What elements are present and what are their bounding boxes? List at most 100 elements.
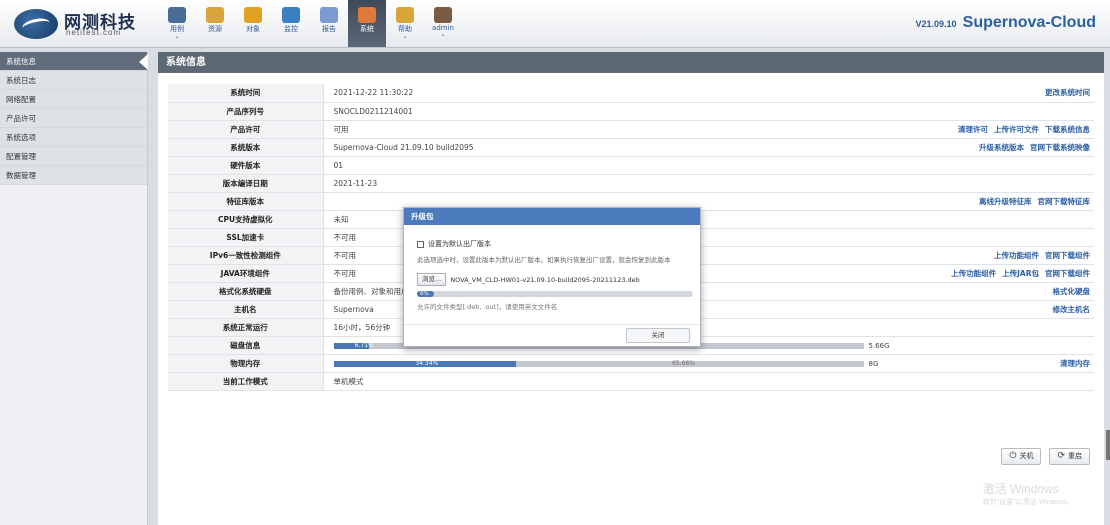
- top-bar: 网测科技 netitest.com 用例 ⌄ 资源 对象 监控 报告 系统 帮助 ⌄ admin ⌄…: [0, 0, 1110, 48]
- row-value: 单机模式: [323, 372, 934, 391]
- action-link[interactable]: 官网下载组件: [1045, 251, 1090, 260]
- row-actions: [933, 210, 1094, 229]
- row-actions: 修改主机名: [933, 300, 1094, 319]
- power-buttons: ⏻ 关机 ⟳ 重启: [1001, 448, 1090, 465]
- version-info: V21.09.10 Supernova-Cloud: [916, 14, 1096, 32]
- action-link[interactable]: 上传功能组件: [951, 269, 996, 278]
- sidebar-item-5[interactable]: 配置管理: [0, 147, 147, 166]
- sidebar-item-1[interactable]: 系统日志: [0, 71, 147, 90]
- row-actions: 上传功能组件 上传JAR包 官网下载组件: [933, 264, 1094, 283]
- nav-item-1[interactable]: 资源: [196, 0, 234, 47]
- action-link[interactable]: 格式化硬盘: [1053, 287, 1091, 296]
- logo[interactable]: 网测科技 netitest.com: [14, 8, 144, 40]
- sidebar-item-6[interactable]: 数据管理: [0, 166, 147, 185]
- action-link[interactable]: 升级系统版本: [979, 143, 1024, 152]
- nav-item-0[interactable]: 用例 ⌄: [158, 0, 196, 47]
- action-link[interactable]: 离线升级特征库: [979, 197, 1032, 206]
- action-link[interactable]: 上传许可文件: [994, 125, 1039, 134]
- nav-item-2[interactable]: 对象: [234, 0, 272, 47]
- row-key: CPU支持虚拟化: [168, 210, 324, 229]
- table-row: 版本编译日期 2021-11-23: [168, 174, 1094, 193]
- table-row: 当前工作模式 单机模式: [168, 372, 1094, 391]
- action-link[interactable]: 清理许可: [958, 125, 988, 134]
- restart-label: 重启: [1068, 452, 1082, 460]
- row-key: 产品许可: [168, 120, 324, 139]
- row-key: 系统正常运行: [168, 318, 324, 337]
- usage-total-size: 8G: [868, 359, 879, 368]
- nav-label: 报告: [322, 25, 336, 33]
- row-actions: 清理许可 上传许可文件 下载系统信息: [933, 120, 1094, 139]
- scrollbar-handle[interactable]: [1106, 430, 1110, 460]
- watermark-line2: 转到"设置"以激活 Windows。: [982, 499, 1074, 506]
- row-actions: [933, 228, 1094, 247]
- nav-item-3[interactable]: 监控: [272, 0, 310, 47]
- upgrade-dialog: 升级包 设置为默认出厂版本 此选项选中时，设置此版本为默认出厂版本。如果执行恢复…: [403, 207, 701, 347]
- sidebar-item-2[interactable]: 网络配置: [0, 90, 147, 109]
- row-actions: 格式化硬盘: [933, 282, 1094, 301]
- table-row: 产品许可 可用 清理许可 上传许可文件 下载系统信息: [168, 120, 1094, 139]
- action-link[interactable]: 官网下载系统映像: [1030, 143, 1090, 152]
- shutdown-label: 关机: [1019, 452, 1034, 460]
- action-link[interactable]: 官网下载特征库: [1038, 197, 1091, 206]
- action-link[interactable]: 上传功能组件: [994, 251, 1039, 260]
- shutdown-button[interactable]: ⏻ 关机: [1001, 448, 1042, 465]
- row-key: JAVA环境组件: [168, 264, 324, 283]
- selected-filename: NOVA_VM_CLD-HW01-v21.09.10-build2095-202…: [450, 275, 640, 284]
- logo-text-en: netitest.com: [66, 28, 122, 37]
- action-link[interactable]: 官网下载组件: [1045, 269, 1090, 278]
- chevron-down-icon: ⌄: [174, 33, 180, 40]
- row-key: SSL加速卡: [168, 228, 324, 247]
- row-key: 格式化系统硬盘: [168, 282, 324, 301]
- folder-icon: [244, 7, 262, 23]
- row-actions: 离线升级特征库 官网下载特征库: [933, 192, 1094, 211]
- sidebar-item-0[interactable]: 系统信息: [0, 52, 148, 71]
- row-actions: 清理内存: [933, 354, 1094, 373]
- nav-item-7[interactable]: admin ⌄: [424, 0, 462, 47]
- file-chooser: 浏览... NOVA_VM_CLD-HW01-v21.09.10-build20…: [417, 273, 700, 286]
- table-row: 系统时间 2021-12-22 11:30:22 更改系统时间: [168, 84, 1094, 103]
- nav-item-5[interactable]: 系统: [348, 0, 386, 47]
- row-key: 版本编译日期: [168, 174, 324, 193]
- row-value: 01: [323, 156, 934, 175]
- row-actions: 升级系统版本 官网下载系统映像: [933, 138, 1094, 157]
- close-button[interactable]: 关闭: [626, 328, 690, 343]
- table-row: 产品序列号 SNOCLD0211214001: [168, 102, 1094, 121]
- row-key: 当前工作模式: [168, 372, 324, 391]
- nav-label: 资源: [208, 25, 222, 33]
- usage-free-label: 65.66%: [672, 359, 695, 367]
- nav-item-4[interactable]: 报告: [310, 0, 348, 47]
- action-link[interactable]: 更改系统时间: [1045, 88, 1090, 97]
- browse-button[interactable]: 浏览...: [417, 273, 447, 286]
- chevron-down-icon: ⌄: [440, 31, 446, 38]
- default-version-checkbox[interactable]: [417, 240, 424, 248]
- sidebar-item-3[interactable]: 产品许可: [0, 109, 147, 128]
- row-key: 磁盘信息: [168, 336, 324, 355]
- action-link[interactable]: 修改主机名: [1053, 305, 1091, 314]
- nav-item-6[interactable]: 帮助 ⌄: [386, 0, 424, 47]
- dialog-body: 设置为默认出厂版本 此选项选中时，设置此版本为默认出厂版本。如果执行恢复出厂设置…: [404, 225, 700, 311]
- monitor-icon: [168, 7, 186, 23]
- row-value: 34.34% 65.66% 8G: [323, 354, 934, 373]
- table-row: 硬件版本 01: [168, 156, 1094, 175]
- refresh-icon: ⟳: [1057, 451, 1065, 461]
- nav-label: 对象: [246, 25, 260, 33]
- product-name: Supernova-Cloud: [962, 14, 1096, 31]
- nav-label: 监控: [284, 25, 298, 33]
- action-link[interactable]: 上传JAR包: [1002, 269, 1039, 278]
- sidebar-item-4[interactable]: 系统选项: [0, 128, 147, 147]
- row-value: Supernova-Cloud 21.09.10 build2095: [323, 138, 934, 157]
- row-value: SNOCLD0211214001: [323, 102, 934, 121]
- restart-button[interactable]: ⟳ 重启: [1049, 448, 1090, 465]
- usage-used-label: 6.71%: [354, 341, 374, 349]
- gauge-icon: [282, 7, 300, 23]
- action-link[interactable]: 清理内存: [1060, 359, 1090, 368]
- table-row: 物理内存 34.34% 65.66% 8G 清理内存: [168, 354, 1094, 373]
- usage-bar: 34.34% 65.66%: [333, 359, 864, 367]
- row-key: 产品序列号: [168, 102, 324, 121]
- checkbox-label: 设置为默认出厂版本: [428, 240, 491, 248]
- action-link[interactable]: 下载系统信息: [1045, 125, 1090, 134]
- row-actions: [933, 318, 1094, 337]
- row-actions: [933, 174, 1094, 193]
- logo-mark-icon: [14, 9, 58, 39]
- activation-watermark: 激活 Windows 转到"设置"以激活 Windows。: [983, 480, 1074, 507]
